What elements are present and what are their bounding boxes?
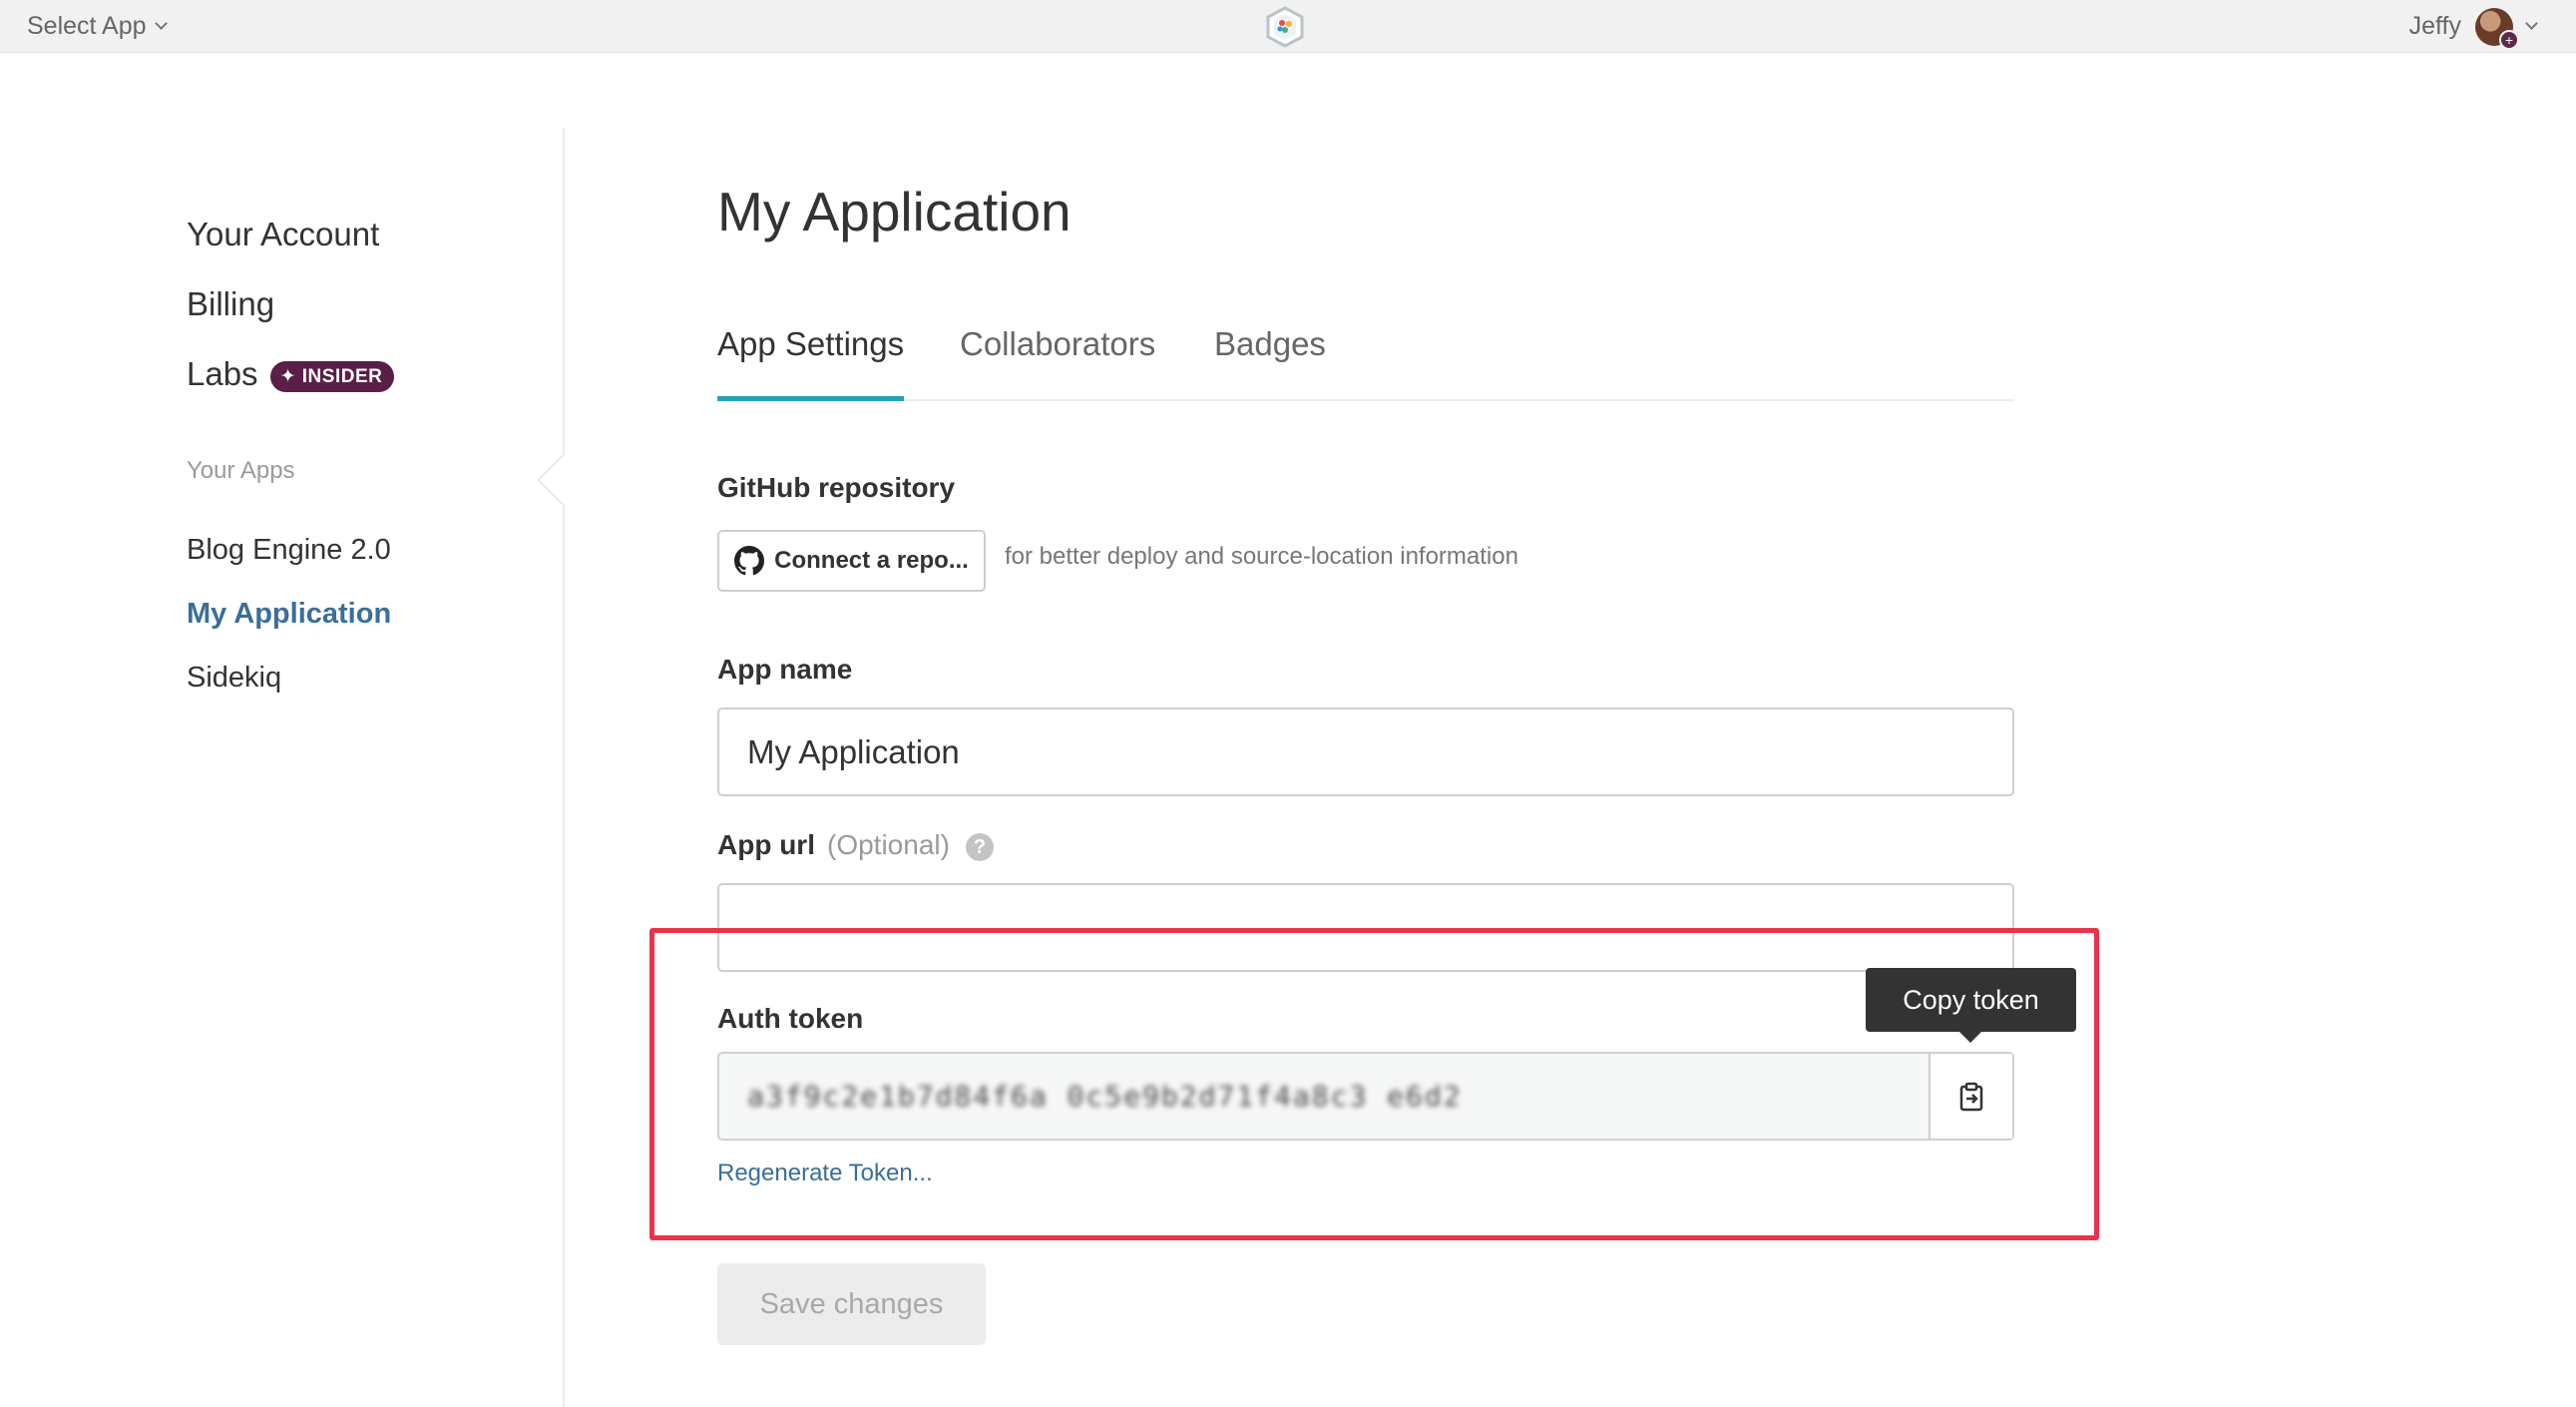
help-icon[interactable]: ? [965,832,994,861]
app-url-label-text: App url [717,829,815,860]
app-url-label: App url (Optional)? [717,829,994,861]
app-name-label: App name [717,654,853,685]
app-name-value: My Application [747,732,960,770]
github-icon [734,546,765,576]
user-menu[interactable]: Jeffy + [2408,0,2538,53]
avatar-badge-icon: + [2499,29,2519,50]
sidebar-item-billing[interactable]: Billing [187,285,274,323]
github-repository-label: GitHub repository [717,472,956,503]
connect-repo-button-label: Connect a repo... [774,547,969,574]
settings-tabs: App Settings Collaborators Badges [717,317,2014,401]
save-changes-button[interactable]: Save changes [717,1263,986,1345]
chevron-down-icon [2525,17,2538,30]
copy-token-tooltip: Copy token [1866,968,2076,1043]
page-title: My Application [717,181,1072,242]
auth-token-label: Auth token [717,1003,864,1034]
your-apps-heading: Your Apps [187,457,295,484]
auth-token-value[interactable]: a3f9c2e1b7d84f6a 0c5e9b2d71f4a8c3 e6d2 [719,1054,1929,1139]
optional-text: (Optional) [827,829,950,860]
regenerate-token-link[interactable]: Regenerate Token... [717,1160,933,1187]
avatar: + [2475,7,2519,50]
sidebar-item-my-application[interactable]: My Application [187,598,391,631]
copy-token-button[interactable] [1929,1054,2012,1139]
insider-badge-label: INSIDER [301,365,383,387]
tab-app-settings[interactable]: App Settings [717,325,905,401]
github-hint-text: for better deploy and source-location in… [1005,543,1518,570]
app-url-input[interactable] [717,883,2014,972]
sidebar [0,128,565,1407]
sidebar-item-labs-label: Labs [187,355,258,392]
connect-repo-button[interactable]: Connect a repo... [717,530,986,592]
tab-collaborators[interactable]: Collaborators [960,325,1155,401]
sidebar-item-blog-engine[interactable]: Blog Engine 2.0 [187,534,391,567]
top-bar: Select App Jeffy + [0,0,2576,53]
tab-badges[interactable]: Badges [1214,325,1326,401]
select-app-dropdown[interactable]: Select App [27,0,168,53]
chevron-down-icon [154,17,168,30]
auth-token-field: a3f9c2e1b7d84f6a 0c5e9b2d71f4a8c3 e6d2 [717,1052,2014,1141]
sidebar-item-your-account[interactable]: Your Account [187,216,379,253]
insider-badge: ✦ INSIDER [269,360,395,392]
clipboard-icon [1959,1082,1983,1111]
sidebar-item-labs[interactable]: Labs ✦ INSIDER [187,355,395,393]
user-name: Jeffy [2408,12,2461,40]
app-name-input[interactable]: My Application [717,707,2014,796]
select-app-label: Select App [27,12,147,40]
app-logo-icon[interactable] [1265,6,1305,48]
sidebar-item-sidekiq[interactable]: Sidekiq [187,662,281,695]
